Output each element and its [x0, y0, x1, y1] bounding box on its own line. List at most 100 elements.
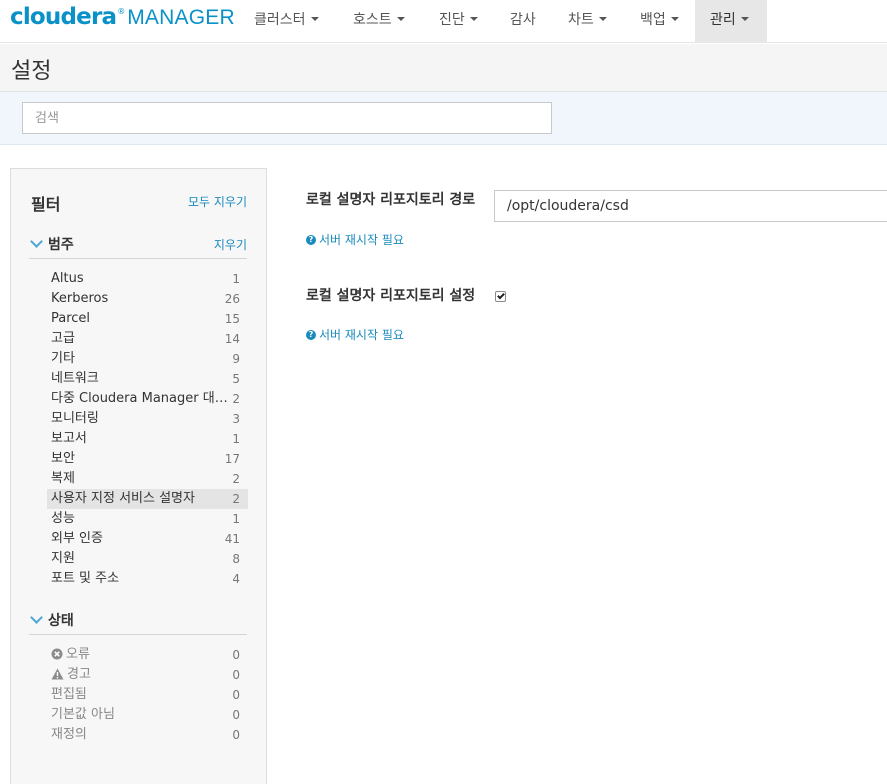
- category-count: 3: [232, 412, 240, 426]
- category-label: 보고서: [51, 431, 87, 446]
- category-label: Kerberos: [51, 291, 109, 306]
- caret-down-icon: [310, 17, 319, 21]
- nav-audits[interactable]: 감사: [496, 0, 551, 43]
- restart-required-note[interactable]: ? 서버 재시작 필요: [306, 231, 404, 248]
- category-section-title: 범주: [48, 237, 74, 253]
- category-label: 고급: [51, 331, 75, 346]
- category-item-advanced[interactable]: 고급 14: [47, 329, 248, 349]
- category-label: 사용자 지정 서비스 설명자: [51, 491, 195, 506]
- status-label: 기본값 아님: [51, 707, 115, 722]
- category-label: 모니터링: [51, 411, 99, 426]
- category-item-multi-cm-dashboard[interactable]: 다중 Cloudera Manager 대시보드 2: [47, 389, 248, 409]
- category-count: 4: [232, 572, 240, 586]
- registered-mark: ®: [117, 7, 126, 16]
- nav-administration[interactable]: 관리: [695, 0, 767, 43]
- filter-title: 필터: [31, 195, 61, 214]
- category-item-monitoring[interactable]: 모니터링 3: [47, 409, 248, 429]
- filter-panel: 필터 모두 지우기 범주 지우기 Altus 1 Kerberos 26 Parce…: [10, 168, 267, 784]
- category-item-parcel[interactable]: Parcel 15: [47, 309, 248, 329]
- category-count: 1: [232, 272, 240, 286]
- error-icon: [51, 648, 63, 659]
- question-circle-icon: ?: [306, 234, 316, 245]
- clear-all-filters-link[interactable]: 모두 지우기: [188, 193, 247, 210]
- setting-label: 로컬 설명자 리포지토리 경로: [306, 192, 476, 208]
- category-item-reports[interactable]: 보고서 1: [47, 429, 248, 449]
- page-title: 설정: [11, 59, 52, 84]
- category-label: 지원: [51, 551, 75, 566]
- category-count: 2: [232, 392, 240, 406]
- nav-diagnostics[interactable]: 진단: [425, 0, 495, 43]
- setting-label: 로컬 설명자 리포지토리 설정: [306, 288, 476, 304]
- category-item-support[interactable]: 지원 8: [47, 549, 248, 569]
- category-count: 1: [232, 512, 240, 526]
- nav-backup-label: 백업: [640, 12, 666, 28]
- category-list: Altus 1 Kerberos 26 Parcel 15 고급 14 기타 9 네트워크…: [47, 269, 248, 589]
- category-item-altus[interactable]: Altus 1: [47, 269, 248, 289]
- nav-backup[interactable]: 백업: [626, 0, 696, 43]
- status-count: 0: [232, 728, 240, 742]
- warning-icon: [51, 668, 64, 679]
- nav-hosts-label: 호스트: [353, 12, 392, 28]
- page-header: 설정: [0, 44, 887, 92]
- category-count: 41: [224, 532, 240, 546]
- category-label: 다중 Cloudera Manager 대시보드: [51, 391, 231, 406]
- category-section-header[interactable]: 범주 지우기: [29, 235, 247, 259]
- csd-repo-path-input[interactable]: [494, 190, 887, 222]
- status-item-error[interactable]: 오류 0: [47, 645, 248, 665]
- nav-charts[interactable]: 차트: [553, 0, 625, 43]
- status-item-non-default[interactable]: 기본값 아님 0: [47, 705, 248, 725]
- category-label: 보안: [51, 451, 75, 466]
- restart-required-note[interactable]: ? 서버 재시작 필요: [306, 326, 404, 343]
- caret-down-icon: [670, 17, 679, 21]
- category-item-performance[interactable]: 성능 1: [47, 509, 248, 529]
- category-count: 17: [224, 452, 240, 466]
- restart-note-text: 서버 재시작 필요: [319, 233, 404, 247]
- status-label-wrap: 경고: [51, 665, 231, 685]
- category-count: 26: [224, 292, 240, 306]
- top-navbar: cloudera ® MANAGER 클러스터 호스트 진단 감사 차트 백업 …: [0, 0, 887, 43]
- status-item-overridden[interactable]: 재정의 0: [47, 725, 248, 745]
- status-item-warning[interactable]: 경고 0: [47, 665, 248, 685]
- category-item-kerberos[interactable]: Kerberos 26: [47, 289, 248, 309]
- category-count: 1: [232, 432, 240, 446]
- category-item-custom-service-descriptors[interactable]: 사용자 지정 서비스 설명자 2: [47, 489, 248, 509]
- clear-category-link[interactable]: 지우기: [214, 236, 247, 253]
- nav-clusters[interactable]: 클러스터: [240, 0, 336, 43]
- status-count: 0: [232, 668, 240, 682]
- search-band: [0, 92, 887, 145]
- status-item-edited[interactable]: 편집됨 0: [47, 685, 248, 705]
- nav-hosts[interactable]: 호스트: [338, 0, 424, 43]
- cloudera-manager-logo[interactable]: cloudera ® MANAGER: [10, 4, 235, 34]
- status-section-header[interactable]: 상태: [29, 611, 247, 635]
- status-label-wrap: 오류: [51, 645, 231, 665]
- logo-product-text: MANAGER: [127, 6, 235, 29]
- status-label: 재정의: [51, 727, 87, 742]
- category-label: 성능: [51, 511, 75, 526]
- status-label: 경고: [67, 667, 91, 682]
- category-item-replication[interactable]: 복제 2: [47, 469, 248, 489]
- category-label: 기타: [51, 351, 75, 366]
- category-label: Altus: [51, 271, 84, 286]
- chevron-down-icon: [30, 611, 43, 624]
- nav-charts-label: 차트: [568, 12, 594, 28]
- search-input[interactable]: [22, 102, 552, 134]
- category-count: 15: [224, 312, 240, 326]
- category-label: Parcel: [51, 311, 91, 326]
- status-list: 오류 0 경고 0 편집됨 0 기본값 아님 0 재정의 0: [47, 645, 248, 745]
- csd-repo-enabled-checkbox[interactable]: [495, 291, 506, 302]
- status-section-title: 상태: [48, 613, 74, 629]
- category-item-security[interactable]: 보안 17: [47, 449, 248, 469]
- category-label: 외부 인증: [51, 531, 103, 546]
- category-item-other[interactable]: 기타 9: [47, 349, 248, 369]
- category-item-external-auth[interactable]: 외부 인증 41: [47, 529, 248, 549]
- category-count: 2: [232, 472, 240, 486]
- category-label: 포트 및 주소: [51, 571, 120, 586]
- status-count: 0: [232, 648, 240, 662]
- category-item-network[interactable]: 네트워크 5: [47, 369, 248, 389]
- category-item-ports-addresses[interactable]: 포트 및 주소 4: [47, 569, 248, 589]
- caret-down-icon: [469, 17, 478, 21]
- logo-brand-text: cloudera: [10, 4, 117, 30]
- category-label: 네트워크: [51, 371, 99, 386]
- category-label: 복제: [51, 471, 75, 486]
- category-count: 14: [224, 332, 240, 346]
